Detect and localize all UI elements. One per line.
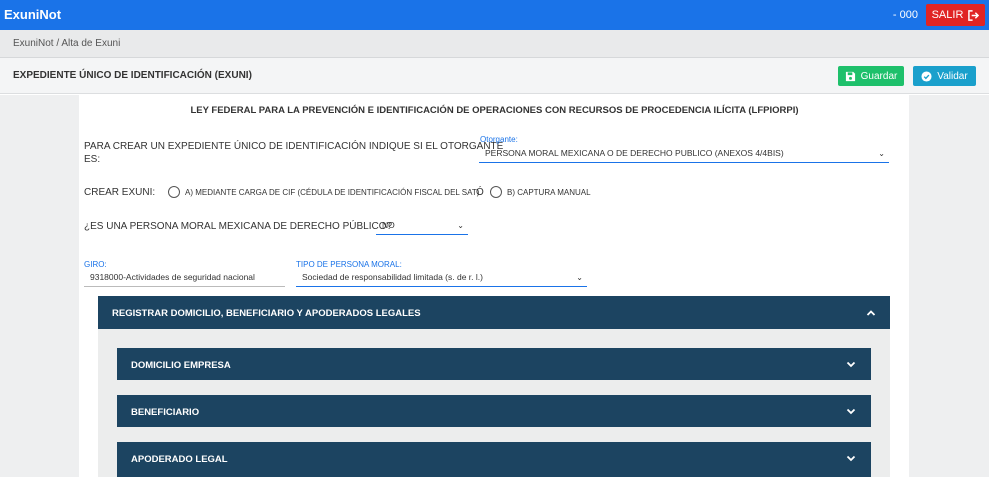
giro-label: GIRO: — [84, 260, 107, 269]
breadcrumb-bar: ExuniNot / Alta de Exuni — [0, 30, 989, 58]
accordion-beneficiario-title: BENEFICIARIO — [131, 407, 200, 418]
derecho-publico-question: ¿ES UNA PERSONA MORAL MEXICANA DE DERECH… — [84, 221, 393, 232]
giro-value: 9318000-Actividades de seguridad naciona… — [90, 272, 255, 282]
tipo-persona-select[interactable]: Sociedad de responsabilidad limitada (s.… — [296, 269, 587, 287]
radio-manual[interactable] — [490, 186, 502, 198]
otorgante-question: PARA CREAR UN EXPEDIENTE ÚNICO DE IDENTI… — [84, 140, 503, 166]
top-bar: ExuniNot - 000 SALIR — [0, 0, 989, 30]
accordion-registrar[interactable]: REGISTRAR DOMICILIO, BENEFICIARIO Y APOD… — [98, 296, 890, 329]
save-label: Guardar — [860, 70, 898, 82]
law-title: LEY FEDERAL PARA LA PREVENCIÓN E IDENTIF… — [190, 105, 799, 116]
option-or-text: Ó — [476, 187, 484, 198]
otorgante-label: Otorgante: — [480, 135, 518, 144]
derecho-publico-select[interactable]: NO ⌄ — [376, 217, 468, 235]
tipo-persona-label: TIPO DE PERSONA MORAL: — [296, 260, 402, 269]
derecho-publico-value: NO — [382, 220, 395, 230]
otorgante-select[interactable]: PERSONA MORAL MEXICANA O DE DERECHO PUBL… — [479, 145, 889, 163]
chevron-down-icon — [846, 455, 856, 462]
otorgante-question-line1: PARA CREAR UN EXPEDIENTE ÚNICO DE IDENTI… — [84, 141, 504, 152]
save-button[interactable]: Guardar — [838, 66, 904, 86]
accordion-beneficiario[interactable]: BENEFICIARIO — [117, 395, 871, 427]
chevron-down-icon: ⌄ — [576, 273, 583, 282]
chevron-down-icon — [846, 408, 856, 415]
app-name: ExuniNot — [4, 7, 62, 22]
accordion-registrar-title: REGISTRAR DOMICILIO, BENEFICIARIO Y APOD… — [112, 308, 421, 319]
radio-cif[interactable] — [168, 186, 180, 198]
chevron-down-icon: ⌄ — [878, 149, 885, 158]
exit-label: SALIR — [931, 9, 964, 21]
check-circle-icon — [921, 70, 932, 82]
floppy-icon — [845, 71, 855, 81]
user-code: - 000 — [892, 9, 918, 21]
otorgante-question-line2: ES: — [84, 154, 101, 165]
chevron-down-icon — [846, 361, 856, 368]
option-a-label[interactable]: A) MEDIANTE CARGA DE CIF (CÉDULA DE IDEN… — [185, 188, 479, 197]
tipo-persona-value: Sociedad de responsabilidad limitada (s.… — [302, 272, 483, 282]
otorgante-value: PERSONA MORAL MEXICANA O DE DERECHO PUBL… — [485, 148, 784, 158]
option-b-label[interactable]: B) CAPTURA MANUAL — [507, 188, 591, 197]
accordion-domicilio-title: DOMICILIO EMPRESA — [131, 360, 231, 371]
crear-exuni-label: CREAR EXUNI: — [84, 187, 156, 198]
exit-button[interactable]: SALIR — [926, 4, 985, 26]
giro-input[interactable]: 9318000-Actividades de seguridad naciona… — [84, 269, 285, 287]
title-bar: EXPEDIENTE ÚNICO DE IDENTIFICACIÓN (EXUN… — [0, 58, 989, 94]
chevron-down-icon: ⌄ — [457, 221, 464, 230]
logout-icon — [968, 9, 980, 21]
accordion-apoderado[interactable]: APODERADO LEGAL — [117, 442, 871, 477]
accordion-apoderado-title: APODERADO LEGAL — [131, 454, 228, 465]
page-title: EXPEDIENTE ÚNICO DE IDENTIFICACIÓN (EXUN… — [13, 70, 252, 81]
chevron-up-icon — [866, 310, 876, 316]
validate-label: Validar — [937, 70, 968, 82]
accordion-domicilio[interactable]: DOMICILIO EMPRESA — [117, 348, 871, 380]
validate-button[interactable]: Validar — [913, 66, 976, 86]
breadcrumb: ExuniNot / Alta de Exuni — [13, 38, 121, 49]
